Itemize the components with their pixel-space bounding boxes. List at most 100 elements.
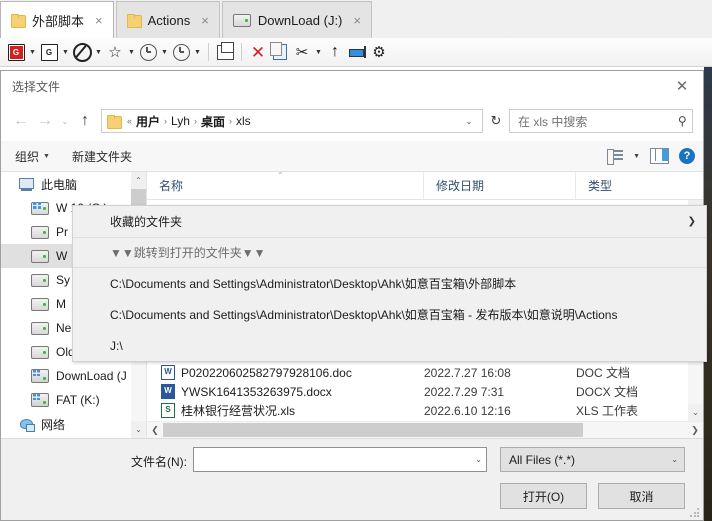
- chevron-down-icon[interactable]: ▼: [159, 41, 170, 63]
- table-row[interactable]: W YWSK1641353263975.docx 2022.7.29 7:31 …: [147, 382, 703, 401]
- folder-icon: [126, 14, 142, 28]
- cut-scissors-icon[interactable]: ✂: [291, 41, 313, 63]
- sidebar-scroll-down-button[interactable]: ⌄: [131, 421, 146, 438]
- file-list-horizontal-scrollbar[interactable]: ❮ ❯: [147, 421, 703, 438]
- table-row[interactable]: W P020220602582797928106.doc 2022.7.27 1…: [147, 363, 703, 382]
- chevron-down-icon: ▼: [43, 152, 50, 160]
- tab-close-icon[interactable]: ×: [349, 13, 365, 28]
- history-clock-icon[interactable]: [137, 41, 159, 63]
- forward-button[interactable]: →: [33, 108, 57, 134]
- sidebar-item-download-j[interactable]: DownLoad (J: [1, 364, 146, 388]
- tab-download-j[interactable]: DownLoad (J:) ×: [221, 1, 372, 38]
- open-button[interactable]: 打开(O): [500, 483, 587, 509]
- sidebar-item-label: W: [56, 249, 68, 263]
- recent-locations-icon[interactable]: ⌄: [57, 108, 73, 134]
- chevron-down-icon[interactable]: ▼: [27, 41, 38, 63]
- dialog-title: 选择文件: [12, 79, 61, 94]
- cut-group[interactable]: ✂ ▼: [291, 40, 324, 64]
- settings-gear-icon[interactable]: ⚙: [368, 41, 390, 63]
- field-button[interactable]: [346, 41, 368, 63]
- tab-actions[interactable]: Actions ×: [115, 1, 220, 38]
- window-spy-icon[interactable]: [170, 41, 192, 63]
- pause-script-button[interactable]: [71, 41, 93, 63]
- menu-section-jump-to-open-folder: ▼▼跳转到打开的文件夹▼▼: [73, 238, 706, 267]
- help-icon[interactable]: ?: [679, 148, 695, 164]
- window-spy-group[interactable]: ▼: [170, 40, 203, 64]
- favorites-group[interactable]: ☆ ▼: [104, 40, 137, 64]
- menu-item-label: C:\Documents and Settings\Administrator\…: [110, 277, 517, 291]
- search-icon[interactable]: ⚲: [678, 114, 687, 128]
- column-header-label: 修改日期: [436, 179, 485, 193]
- new-folder-button[interactable]: 新建文件夹: [72, 148, 132, 165]
- chevron-down-icon[interactable]: ▼: [126, 41, 137, 63]
- menu-item-label: 收藏的文件夹: [110, 215, 183, 229]
- sidebar-item-label: FAT (K:): [56, 393, 100, 407]
- scroll-right-button[interactable]: ❯: [687, 422, 703, 438]
- column-header-date[interactable]: 修改日期: [424, 172, 576, 199]
- sidebar-scroll-up-button[interactable]: ⌃: [131, 172, 146, 189]
- scroll-down-button[interactable]: ⌄: [688, 404, 703, 421]
- breadcrumb-separator-icon: ›: [228, 116, 232, 126]
- run-script-button[interactable]: G: [5, 41, 27, 63]
- network-drive-icon: [31, 393, 49, 407]
- refresh-icon[interactable]: ↻: [483, 109, 509, 133]
- table-row[interactable]: S 桂林银行经营状况.xls 2022.6.10 12:16 XLS 工作表: [147, 401, 703, 420]
- preview-pane-icon[interactable]: [650, 148, 669, 164]
- menu-item-path-2[interactable]: C:\Documents and Settings\Administrator\…: [73, 299, 706, 330]
- resize-grip[interactable]: [690, 508, 700, 518]
- pause-script-group[interactable]: ▼: [71, 40, 104, 64]
- tab-external-scripts[interactable]: 外部脚本 ×: [0, 1, 114, 38]
- chevron-down-icon[interactable]: ⌄: [460, 110, 478, 132]
- copy-button[interactable]: [269, 41, 291, 63]
- cancel-button[interactable]: 取消: [598, 483, 685, 509]
- chevron-down-icon[interactable]: ▼: [313, 41, 324, 63]
- file-name-label: 桂林银行经营状况.xls: [181, 404, 296, 418]
- favorites-star-icon[interactable]: ☆: [104, 41, 126, 63]
- move-up-button[interactable]: ↑: [324, 41, 346, 63]
- reload-script-button[interactable]: G: [38, 41, 60, 63]
- menu-item-path-3[interactable]: J:\: [73, 330, 706, 361]
- tab-bar: 外部脚本 × Actions × DownLoad (J:) ×: [0, 0, 712, 39]
- sidebar-item-fat-k[interactable]: FAT (K:): [1, 388, 146, 412]
- column-header-type[interactable]: 类型: [576, 172, 703, 199]
- address-bar[interactable]: « 用户 › Lyh › 桌面 › xls ⌄: [101, 109, 483, 133]
- breadcrumb-overflow-icon[interactable]: «: [126, 116, 133, 126]
- view-mode-icon[interactable]: [607, 149, 624, 165]
- breadcrumb-item-lyh[interactable]: Lyh: [171, 114, 190, 128]
- chevron-down-icon[interactable]: ⌄: [671, 455, 678, 464]
- breadcrumb-item-desktop[interactable]: 桌面: [201, 113, 225, 130]
- delete-button[interactable]: ✕: [247, 41, 269, 63]
- drive-icon: [232, 13, 251, 27]
- up-button[interactable]: ↑: [73, 108, 97, 134]
- column-header-name[interactable]: 名称 ⌃: [147, 171, 424, 199]
- file-date-cell: 2022.6.10 12:16: [424, 403, 511, 418]
- drive-icon: [31, 321, 49, 335]
- file-type-filter-select[interactable]: All Files (*.*) ⌄: [500, 447, 685, 472]
- close-icon[interactable]: ✕: [661, 71, 703, 101]
- back-button[interactable]: ←: [9, 108, 33, 134]
- chevron-down-icon[interactable]: ▼: [93, 41, 104, 63]
- menu-item-favorite-folders[interactable]: 收藏的文件夹 ❯: [73, 206, 706, 237]
- filename-input[interactable]: ⌄: [193, 447, 487, 472]
- scroll-left-button[interactable]: ❮: [147, 422, 163, 438]
- pc-icon: [19, 177, 34, 191]
- scrollbar-thumb[interactable]: [163, 423, 583, 437]
- chevron-right-icon: ❯: [687, 216, 696, 227]
- search-input[interactable]: 在 xls 中搜索 ⚲: [509, 109, 693, 133]
- run-script-group[interactable]: G ▼: [5, 40, 38, 64]
- organize-menu[interactable]: 组织 ▼: [15, 148, 50, 165]
- chevron-down-icon[interactable]: ⌄: [475, 455, 482, 464]
- tab-close-icon[interactable]: ×: [91, 13, 107, 28]
- windows-list-button[interactable]: [214, 41, 236, 63]
- chevron-down-icon[interactable]: ▼: [60, 41, 71, 63]
- reload-script-group[interactable]: G ▼: [38, 40, 71, 64]
- sidebar-item-network[interactable]: 网络: [1, 412, 146, 436]
- chevron-down-icon[interactable]: ▼: [633, 153, 640, 160]
- chevron-down-icon[interactable]: ▼: [192, 41, 203, 63]
- tab-close-icon[interactable]: ×: [197, 13, 213, 28]
- history-group[interactable]: ▼: [137, 40, 170, 64]
- menu-item-path-1[interactable]: C:\Documents and Settings\Administrator\…: [73, 268, 706, 299]
- breadcrumb-item-users[interactable]: 用户: [136, 113, 160, 130]
- sidebar-item-this-pc[interactable]: 此电脑: [1, 172, 146, 196]
- breadcrumb-item-xls[interactable]: xls: [236, 114, 251, 128]
